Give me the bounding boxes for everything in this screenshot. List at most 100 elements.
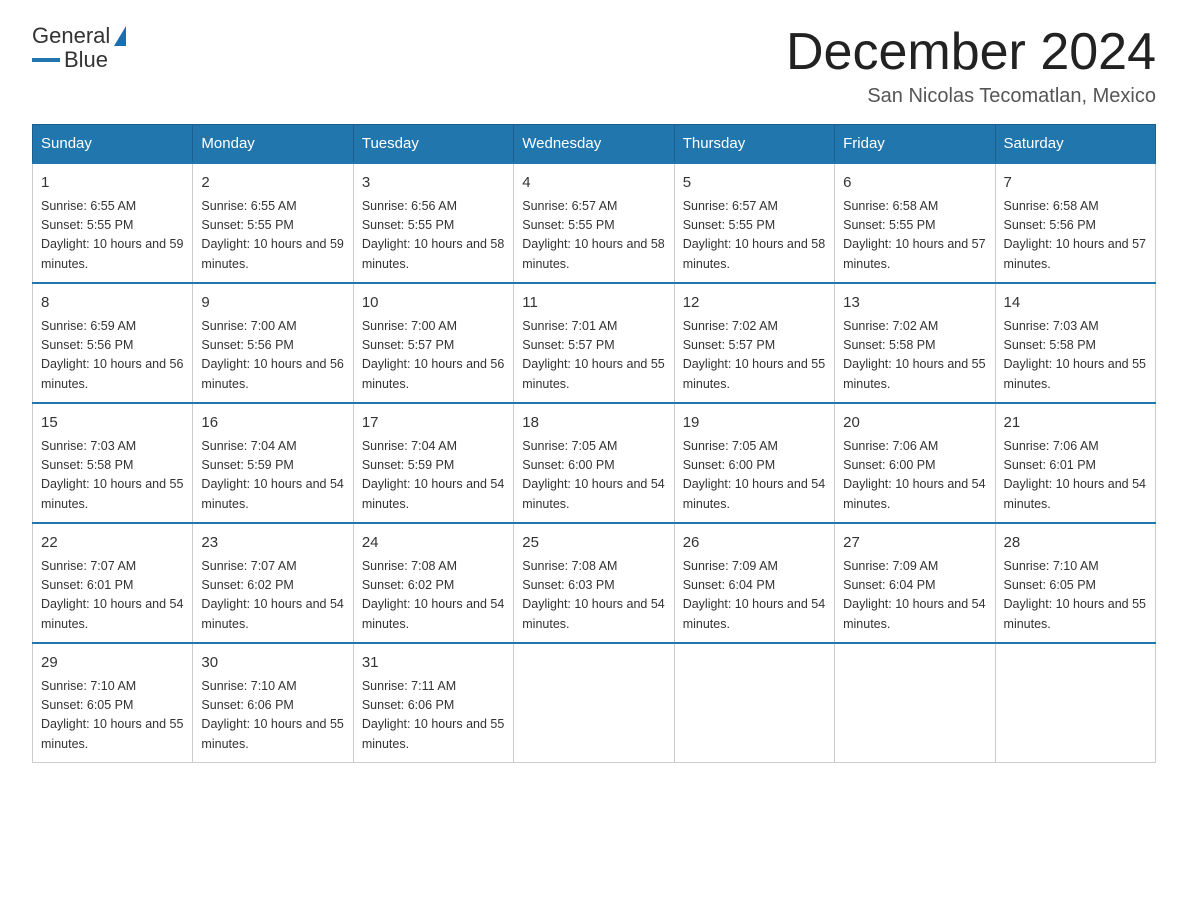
day-number: 29	[41, 652, 184, 675]
day-number: 5	[683, 172, 826, 195]
day-info: Sunrise: 7:10 AMSunset: 6:06 PMDaylight:…	[201, 677, 344, 755]
day-number: 25	[522, 532, 665, 555]
day-info: Sunrise: 7:05 AMSunset: 6:00 PMDaylight:…	[522, 437, 665, 515]
calendar-cell: 22Sunrise: 7:07 AMSunset: 6:01 PMDayligh…	[33, 523, 193, 643]
day-number: 21	[1004, 412, 1147, 435]
day-number: 7	[1004, 172, 1147, 195]
calendar-cell: 9Sunrise: 7:00 AMSunset: 5:56 PMDaylight…	[193, 283, 353, 403]
calendar-cell: 31Sunrise: 7:11 AMSunset: 6:06 PMDayligh…	[353, 643, 513, 763]
calendar-cell: 30Sunrise: 7:10 AMSunset: 6:06 PMDayligh…	[193, 643, 353, 763]
day-info: Sunrise: 7:05 AMSunset: 6:00 PMDaylight:…	[683, 437, 826, 515]
title-block: December 2024 San Nicolas Tecomatlan, Me…	[786, 24, 1156, 108]
weekday-header-row: SundayMondayTuesdayWednesdayThursdayFrid…	[33, 125, 1156, 164]
day-number: 12	[683, 292, 826, 315]
calendar-cell: 13Sunrise: 7:02 AMSunset: 5:58 PMDayligh…	[835, 283, 995, 403]
day-number: 31	[362, 652, 505, 675]
calendar-cell: 6Sunrise: 6:58 AMSunset: 5:55 PMDaylight…	[835, 163, 995, 283]
day-number: 9	[201, 292, 344, 315]
day-info: Sunrise: 7:10 AMSunset: 6:05 PMDaylight:…	[41, 677, 184, 755]
day-info: Sunrise: 7:08 AMSunset: 6:03 PMDaylight:…	[522, 557, 665, 635]
day-info: Sunrise: 7:01 AMSunset: 5:57 PMDaylight:…	[522, 317, 665, 395]
calendar-week-row: 15Sunrise: 7:03 AMSunset: 5:58 PMDayligh…	[33, 403, 1156, 523]
day-info: Sunrise: 6:56 AMSunset: 5:55 PMDaylight:…	[362, 197, 505, 275]
weekday-header-thursday: Thursday	[674, 125, 834, 164]
day-info: Sunrise: 7:11 AMSunset: 6:06 PMDaylight:…	[362, 677, 505, 755]
day-number: 2	[201, 172, 344, 195]
calendar-cell: 8Sunrise: 6:59 AMSunset: 5:56 PMDaylight…	[33, 283, 193, 403]
day-number: 20	[843, 412, 986, 435]
day-number: 22	[41, 532, 184, 555]
weekday-header-friday: Friday	[835, 125, 995, 164]
day-info: Sunrise: 6:59 AMSunset: 5:56 PMDaylight:…	[41, 317, 184, 395]
day-number: 16	[201, 412, 344, 435]
day-info: Sunrise: 7:02 AMSunset: 5:58 PMDaylight:…	[843, 317, 986, 395]
day-number: 27	[843, 532, 986, 555]
day-number: 1	[41, 172, 184, 195]
day-number: 18	[522, 412, 665, 435]
calendar-cell: 17Sunrise: 7:04 AMSunset: 5:59 PMDayligh…	[353, 403, 513, 523]
calendar-cell: 10Sunrise: 7:00 AMSunset: 5:57 PMDayligh…	[353, 283, 513, 403]
calendar-week-row: 22Sunrise: 7:07 AMSunset: 6:01 PMDayligh…	[33, 523, 1156, 643]
day-info: Sunrise: 6:57 AMSunset: 5:55 PMDaylight:…	[522, 197, 665, 275]
day-number: 13	[843, 292, 986, 315]
calendar-cell	[674, 643, 834, 763]
day-info: Sunrise: 6:58 AMSunset: 5:56 PMDaylight:…	[1004, 197, 1147, 275]
calendar-cell: 18Sunrise: 7:05 AMSunset: 6:00 PMDayligh…	[514, 403, 674, 523]
calendar-cell: 14Sunrise: 7:03 AMSunset: 5:58 PMDayligh…	[995, 283, 1155, 403]
day-info: Sunrise: 7:06 AMSunset: 6:00 PMDaylight:…	[843, 437, 986, 515]
calendar-cell: 26Sunrise: 7:09 AMSunset: 6:04 PMDayligh…	[674, 523, 834, 643]
logo-triangle-icon	[114, 26, 126, 46]
calendar-cell	[995, 643, 1155, 763]
day-info: Sunrise: 6:58 AMSunset: 5:55 PMDaylight:…	[843, 197, 986, 275]
day-info: Sunrise: 7:02 AMSunset: 5:57 PMDaylight:…	[683, 317, 826, 395]
day-number: 11	[522, 292, 665, 315]
calendar-cell	[514, 643, 674, 763]
calendar-cell: 15Sunrise: 7:03 AMSunset: 5:58 PMDayligh…	[33, 403, 193, 523]
day-info: Sunrise: 7:04 AMSunset: 5:59 PMDaylight:…	[201, 437, 344, 515]
weekday-header-wednesday: Wednesday	[514, 125, 674, 164]
logo: General Blue	[32, 24, 126, 72]
calendar-cell: 16Sunrise: 7:04 AMSunset: 5:59 PMDayligh…	[193, 403, 353, 523]
day-number: 19	[683, 412, 826, 435]
calendar-week-row: 8Sunrise: 6:59 AMSunset: 5:56 PMDaylight…	[33, 283, 1156, 403]
calendar-week-row: 29Sunrise: 7:10 AMSunset: 6:05 PMDayligh…	[33, 643, 1156, 763]
day-info: Sunrise: 7:00 AMSunset: 5:56 PMDaylight:…	[201, 317, 344, 395]
calendar-cell: 24Sunrise: 7:08 AMSunset: 6:02 PMDayligh…	[353, 523, 513, 643]
page-header: General Blue December 2024 San Nicolas T…	[32, 24, 1156, 108]
day-number: 24	[362, 532, 505, 555]
calendar-cell: 3Sunrise: 6:56 AMSunset: 5:55 PMDaylight…	[353, 163, 513, 283]
day-info: Sunrise: 7:04 AMSunset: 5:59 PMDaylight:…	[362, 437, 505, 515]
calendar-cell: 5Sunrise: 6:57 AMSunset: 5:55 PMDaylight…	[674, 163, 834, 283]
day-number: 4	[522, 172, 665, 195]
calendar-cell: 2Sunrise: 6:55 AMSunset: 5:55 PMDaylight…	[193, 163, 353, 283]
day-info: Sunrise: 7:07 AMSunset: 6:01 PMDaylight:…	[41, 557, 184, 635]
calendar-cell: 21Sunrise: 7:06 AMSunset: 6:01 PMDayligh…	[995, 403, 1155, 523]
day-number: 30	[201, 652, 344, 675]
calendar-cell: 1Sunrise: 6:55 AMSunset: 5:55 PMDaylight…	[33, 163, 193, 283]
day-info: Sunrise: 6:55 AMSunset: 5:55 PMDaylight:…	[201, 197, 344, 275]
day-info: Sunrise: 7:09 AMSunset: 6:04 PMDaylight:…	[683, 557, 826, 635]
day-info: Sunrise: 7:09 AMSunset: 6:04 PMDaylight:…	[843, 557, 986, 635]
day-number: 3	[362, 172, 505, 195]
calendar-cell	[835, 643, 995, 763]
calendar-cell: 27Sunrise: 7:09 AMSunset: 6:04 PMDayligh…	[835, 523, 995, 643]
day-info: Sunrise: 7:00 AMSunset: 5:57 PMDaylight:…	[362, 317, 505, 395]
calendar-cell: 28Sunrise: 7:10 AMSunset: 6:05 PMDayligh…	[995, 523, 1155, 643]
calendar-week-row: 1Sunrise: 6:55 AMSunset: 5:55 PMDaylight…	[33, 163, 1156, 283]
weekday-header-sunday: Sunday	[33, 125, 193, 164]
calendar-cell: 25Sunrise: 7:08 AMSunset: 6:03 PMDayligh…	[514, 523, 674, 643]
day-number: 10	[362, 292, 505, 315]
logo-text-general: General	[32, 24, 110, 48]
day-number: 23	[201, 532, 344, 555]
weekday-header-saturday: Saturday	[995, 125, 1155, 164]
day-info: Sunrise: 6:57 AMSunset: 5:55 PMDaylight:…	[683, 197, 826, 275]
calendar-cell: 4Sunrise: 6:57 AMSunset: 5:55 PMDaylight…	[514, 163, 674, 283]
calendar-cell: 12Sunrise: 7:02 AMSunset: 5:57 PMDayligh…	[674, 283, 834, 403]
weekday-header-tuesday: Tuesday	[353, 125, 513, 164]
day-info: Sunrise: 7:10 AMSunset: 6:05 PMDaylight:…	[1004, 557, 1147, 635]
day-number: 6	[843, 172, 986, 195]
day-number: 26	[683, 532, 826, 555]
day-info: Sunrise: 7:03 AMSunset: 5:58 PMDaylight:…	[1004, 317, 1147, 395]
day-number: 15	[41, 412, 184, 435]
day-info: Sunrise: 6:55 AMSunset: 5:55 PMDaylight:…	[41, 197, 184, 275]
